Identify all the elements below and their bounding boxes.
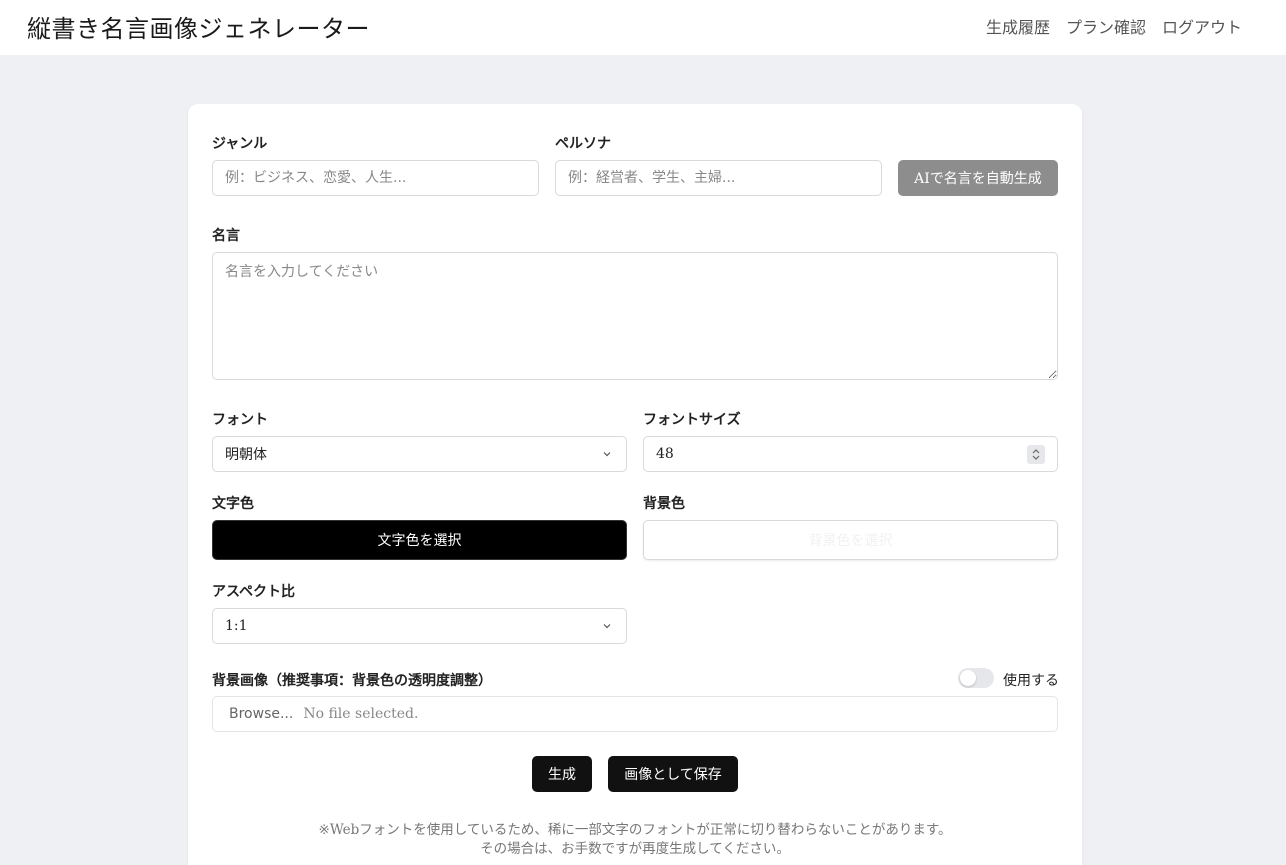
app-title: 縦書き名言画像ジェネレーター	[27, 15, 370, 43]
ai-generate-quote-button[interactable]: AIで名言を自動生成	[898, 160, 1058, 196]
text-color-picker-button[interactable]: 文字色を選択	[212, 520, 627, 560]
font-note-line-1: ※Webフォントを使用しているため、稀に一部文字のフォントが正常に切り替わらない…	[318, 822, 952, 838]
aspect-ratio-label: アスペクト比	[212, 584, 296, 600]
font-label: フォント	[212, 412, 268, 428]
persona-input[interactable]	[555, 160, 882, 196]
browse-button[interactable]: Browse...	[229, 706, 293, 722]
top-bar: 縦書き名言画像ジェネレーター 生成履歴 プラン確認 ログアウト	[0, 0, 1286, 55]
generate-button[interactable]: 生成	[532, 756, 592, 792]
toggle-knob	[960, 670, 976, 686]
genre-input[interactable]	[212, 160, 539, 196]
generator-form-card: ジャンル ペルソナ AIで名言を自動生成 名言 フォント 明朝体 フォントサイズ…	[188, 104, 1082, 865]
nav-plan-link[interactable]: プラン確認	[1066, 14, 1146, 38]
font-size-label: フォントサイズ	[643, 412, 741, 428]
bg-image-toggle-label: 使用する	[1003, 673, 1059, 689]
quote-label: 名言	[212, 228, 240, 244]
text-color-label: 文字色	[212, 496, 254, 512]
top-nav: 生成履歴 プラン確認 ログアウト	[986, 14, 1242, 38]
quote-textarea[interactable]	[212, 252, 1058, 380]
file-status: No file selected.	[303, 706, 419, 722]
chevron-down-icon	[603, 452, 611, 457]
font-note-line-2: その場合は、お手数ですが再度生成してください。	[480, 841, 790, 857]
bg-color-picker-button[interactable]: 背景色を選択	[643, 520, 1058, 560]
font-size-input[interactable]: 48	[643, 436, 1058, 472]
stepper-arrows-icon	[1032, 449, 1040, 460]
font-select[interactable]: 明朝体	[212, 436, 627, 472]
save-image-button[interactable]: 画像として保存	[608, 756, 738, 792]
genre-label: ジャンル	[212, 136, 268, 152]
nav-history-link[interactable]: 生成履歴	[986, 14, 1050, 38]
aspect-ratio-value: 1:1	[225, 618, 248, 634]
aspect-ratio-select[interactable]: 1:1	[212, 608, 627, 644]
bg-image-toggle[interactable]	[958, 668, 994, 688]
bg-image-label: 背景画像（推奨事項：背景色の透明度調整）	[212, 673, 492, 689]
bg-image-file-input[interactable]: Browse... No file selected.	[212, 696, 1058, 732]
chevron-down-icon	[603, 624, 611, 629]
font-select-value: 明朝体	[225, 447, 267, 463]
nav-logout-link[interactable]: ログアウト	[1162, 14, 1242, 38]
bg-color-label: 背景色	[643, 496, 685, 512]
font-size-value: 48	[656, 446, 674, 462]
persona-label: ペルソナ	[555, 136, 611, 152]
font-size-stepper[interactable]	[1027, 445, 1045, 464]
